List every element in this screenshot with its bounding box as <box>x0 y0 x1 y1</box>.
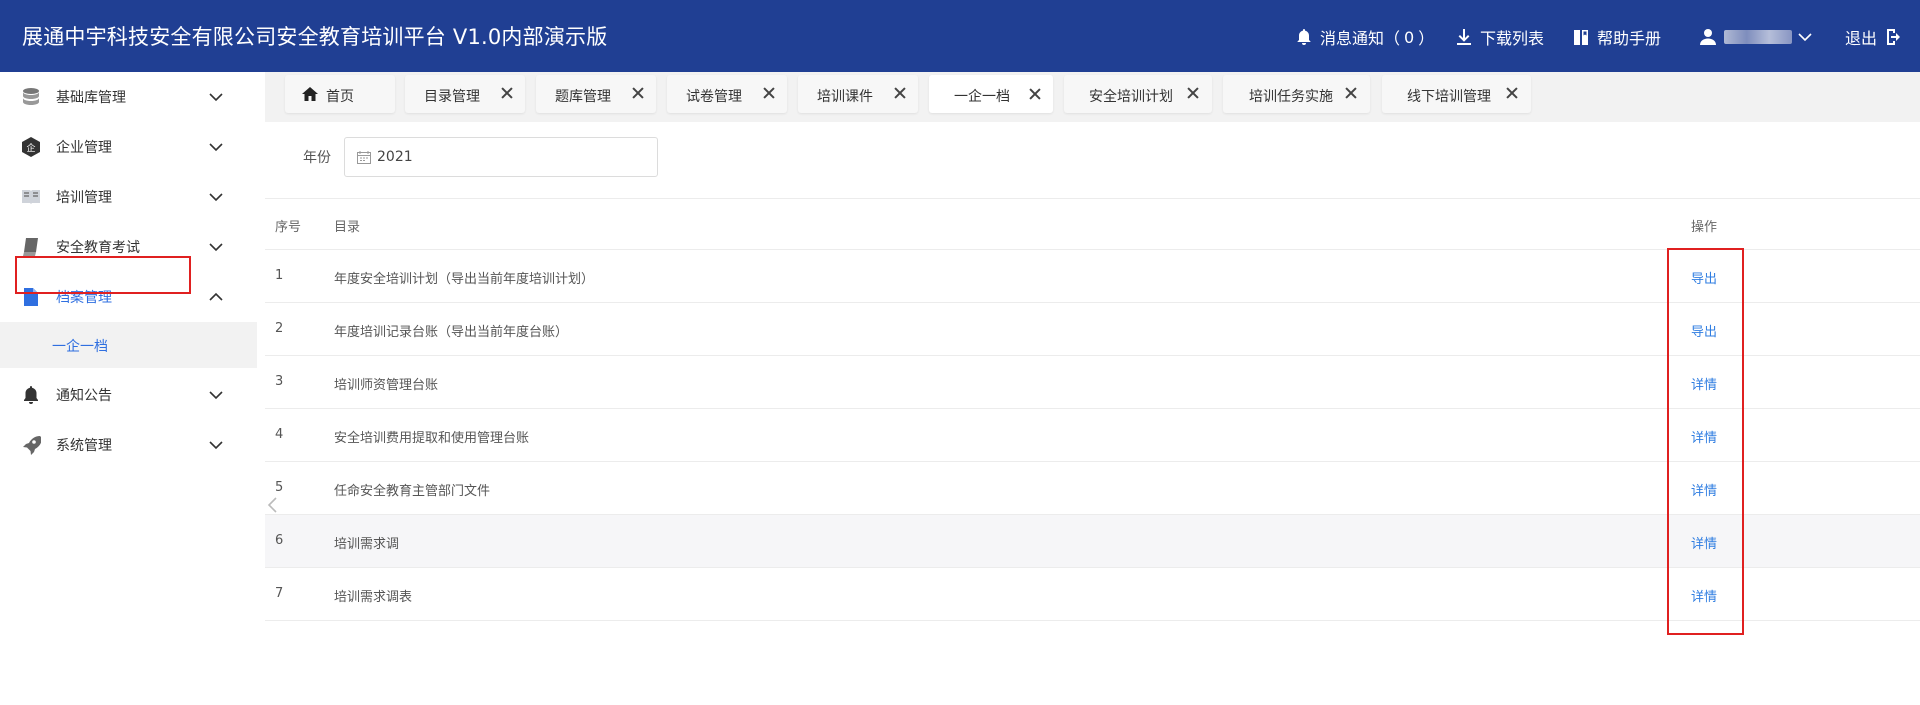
year-picker-input[interactable]: 2021 <box>344 137 658 177</box>
logout-button[interactable]: 退出 <box>1845 24 1903 50</box>
training-icon <box>20 186 42 208</box>
help-manual-button[interactable]: 帮助手册 <box>1573 24 1661 50</box>
sidebar-item-enterprise[interactable]: 企 企业管理 <box>0 122 257 172</box>
year-value: 2021 <box>377 149 413 165</box>
notifications-paren: ） <box>1418 29 1435 48</box>
sidebar-item-base-library[interactable]: 基础库管理 <box>0 72 257 122</box>
sidebar-item-system[interactable]: 系统管理 <box>0 420 257 470</box>
logout-label: 退出 <box>1845 29 1878 48</box>
notifications-count: 0 <box>1404 27 1415 47</box>
table-row: 2 年度培训记录台账（导出当前年度台账） 导出 <box>265 303 1920 356</box>
download-list-label: 下载列表 <box>1480 29 1545 48</box>
tab-one-enterprise-one-file[interactable]: 一企一档 <box>929 75 1053 113</box>
chevron-down-icon <box>209 243 223 252</box>
sidebar-item-safety-exam[interactable]: 安全教育考试 <box>0 222 257 272</box>
table-row: 5 任命安全教育主管部门文件 详情 <box>265 462 1920 515</box>
column-header-no: 序号 <box>275 220 302 235</box>
table-row: 1 年度安全培训计划（导出当前年度培训计划） 导出 <box>265 250 1920 303</box>
details-link[interactable]: 详情 <box>1691 586 1717 605</box>
tab-exam-paper[interactable]: 试卷管理 <box>667 75 787 113</box>
chevron-up-icon <box>209 292 223 301</box>
tab-directory-management[interactable]: 目录管理 <box>405 75 525 113</box>
year-filter-label: 年份 <box>303 150 331 166</box>
chevron-down-icon <box>209 93 223 102</box>
close-icon[interactable] <box>1027 86 1043 102</box>
sidebar-subitem-one-enterprise-one-file[interactable]: 一企一档 <box>0 322 257 368</box>
details-link[interactable]: 详情 <box>1691 533 1717 552</box>
close-icon[interactable] <box>499 85 515 101</box>
table-row-hovered: 6 培训需求调 详情 <box>265 515 1920 568</box>
table-header-row: 序号 目录 操作 <box>265 198 1920 250</box>
table-row: 3 培训师资管理台账 详情 <box>265 356 1920 409</box>
logout-icon <box>1887 29 1901 45</box>
top-header: 展通中宇科技安全有限公司安全教育培训平台 V1.0内部演示版 消息通知（ 0 ）… <box>0 0 1920 72</box>
column-header-directory: 目录 <box>334 220 361 235</box>
export-link[interactable]: 导出 <box>1691 268 1717 287</box>
close-icon[interactable] <box>1343 85 1359 101</box>
close-icon[interactable] <box>892 85 908 101</box>
sidebar-subitem-label: 一企一档 <box>52 339 108 355</box>
tabs-bar: 首页 目录管理 题库管理 试卷管理 培训课件 一企一档 安全培训计划 培训任务实… <box>265 72 1920 122</box>
tab-home[interactable]: 首页 <box>285 75 395 113</box>
notifications-label: 消息通知（ <box>1320 29 1401 48</box>
sidebar-item-training[interactable]: 培训管理 <box>0 172 257 222</box>
close-icon[interactable] <box>1185 85 1201 101</box>
database-icon <box>20 86 42 108</box>
sidebar: 基础库管理 企 企业管理 培训管理 安全教育考试 档案管理 一企一档 通知公告 … <box>0 72 257 705</box>
user-menu[interactable] <box>1700 24 1812 50</box>
file-icon <box>20 286 42 308</box>
column-header-operation: 操作 <box>1691 220 1718 235</box>
notifications-button[interactable]: 消息通知（ 0 ） <box>1296 24 1434 50</box>
download-list-button[interactable]: 下载列表 <box>1456 24 1544 50</box>
help-manual-label: 帮助手册 <box>1597 29 1662 48</box>
details-link[interactable]: 详情 <box>1691 374 1717 393</box>
book-icon <box>20 236 42 258</box>
sidebar-item-notices[interactable]: 通知公告 <box>0 370 257 420</box>
chevron-down-icon <box>209 193 223 202</box>
table-row: 4 安全培训费用提取和使用管理台账 详情 <box>265 409 1920 462</box>
bell-icon <box>20 384 42 406</box>
details-link[interactable]: 详情 <box>1691 480 1717 499</box>
export-link[interactable]: 导出 <box>1691 321 1717 340</box>
calendar-icon <box>357 151 371 164</box>
sidebar-collapse-arrow-icon[interactable] <box>266 495 280 515</box>
rocket-icon <box>20 434 42 456</box>
chevron-down-icon <box>209 391 223 400</box>
tab-offline-training[interactable]: 线下培训管理 <box>1382 75 1531 113</box>
user-icon <box>1700 29 1716 45</box>
tab-question-bank[interactable]: 题库管理 <box>536 75 656 113</box>
close-icon[interactable] <box>1504 85 1520 101</box>
manual-icon <box>1574 30 1588 45</box>
chevron-down-icon <box>1798 33 1812 42</box>
bell-icon <box>1297 29 1311 45</box>
chevron-down-icon <box>209 143 223 152</box>
tab-training-task[interactable]: 培训任务实施 <box>1223 75 1370 113</box>
tab-courseware[interactable]: 培训课件 <box>798 75 918 113</box>
svg-text:企: 企 <box>26 142 35 154</box>
table-row: 7 培训需求调表 详情 <box>265 568 1920 621</box>
enterprise-icon: 企 <box>20 136 42 158</box>
username-obscured <box>1724 30 1792 44</box>
close-icon[interactable] <box>761 85 777 101</box>
close-icon[interactable] <box>630 85 646 101</box>
chevron-down-icon <box>209 441 223 450</box>
sidebar-item-archive[interactable]: 档案管理 <box>0 272 257 322</box>
details-link[interactable]: 详情 <box>1691 427 1717 446</box>
app-title: 展通中宇科技安全有限公司安全教育培训平台 V1.0内部演示版 <box>22 25 608 49</box>
home-icon <box>302 87 318 101</box>
tab-safety-training-plan[interactable]: 安全培训计划 <box>1064 75 1212 113</box>
download-icon <box>1457 29 1471 45</box>
